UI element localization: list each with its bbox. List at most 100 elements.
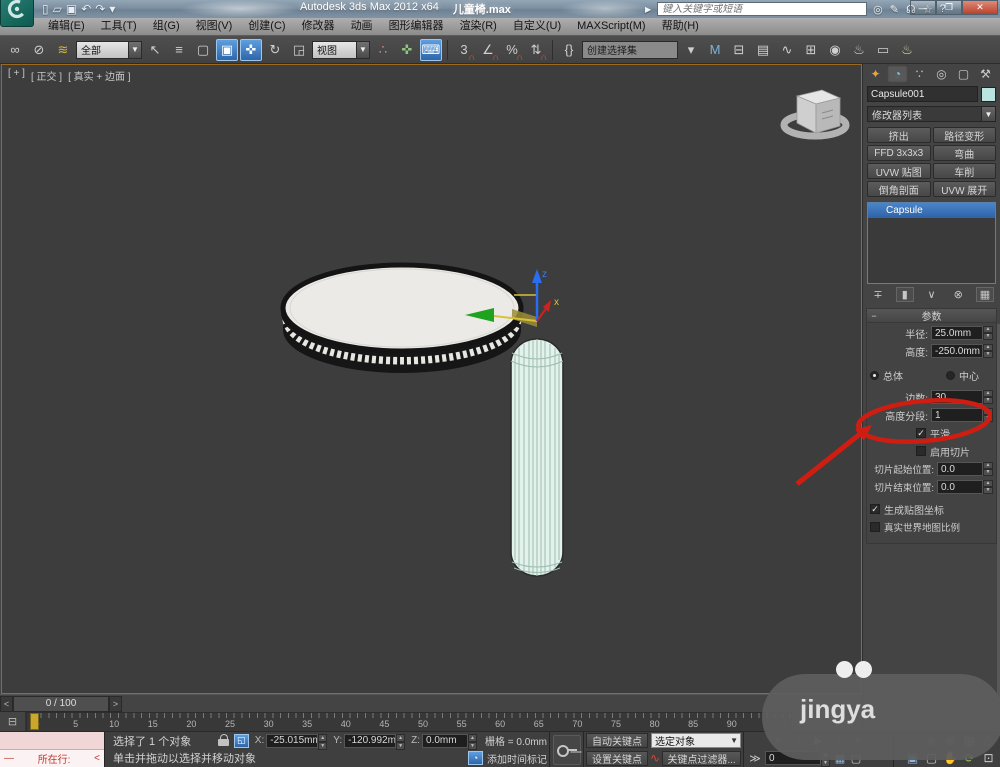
viewport-menu-plus[interactable]: [ + ] xyxy=(8,68,25,83)
open-file-icon[interactable]: ▱ xyxy=(53,2,62,16)
maximize-viewport-icon[interactable]: ⊡ xyxy=(979,750,998,766)
menu-item[interactable]: 修改器 xyxy=(294,18,343,35)
search-icon[interactable]: ◎ xyxy=(873,3,883,16)
tab-display[interactable]: ▢ xyxy=(953,65,974,83)
key-filters-button[interactable]: 关键点过滤器... xyxy=(662,750,741,766)
spinner-snap-icon[interactable]: ⇅ ∩ xyxy=(525,39,547,62)
zoom-region-icon[interactable]: ▢ xyxy=(922,750,941,766)
make-unique-icon[interactable]: ∨ xyxy=(923,287,941,302)
select-and-link-icon[interactable]: ∞ xyxy=(4,39,26,61)
sides-spinner[interactable]: 30 ▲ ▼ xyxy=(931,390,993,404)
current-frame-spinner[interactable]: 0 ▲ ▼ xyxy=(765,751,830,767)
tab-create[interactable]: ✦ xyxy=(865,65,886,83)
application-menu-button[interactable] xyxy=(0,0,34,27)
add-time-tag[interactable]: 添加时间标记 xyxy=(487,751,547,766)
tab-utilities[interactable]: ⚒ xyxy=(975,65,996,83)
listener-macro-line[interactable] xyxy=(0,732,104,750)
search-input[interactable] xyxy=(657,2,868,16)
select-and-scale-icon[interactable]: ◲ xyxy=(288,39,310,61)
key-mode-icon[interactable]: ▦ xyxy=(832,752,848,765)
time-slider-handle[interactable] xyxy=(30,713,39,730)
pen-icon[interactable]: ✎ xyxy=(890,3,899,16)
x-coordinate-spinner[interactable]: -25.015mm ▲ ▼ xyxy=(266,733,328,750)
bind-to-space-warp-icon[interactable]: ≋ xyxy=(52,39,74,61)
auto-key-button[interactable]: 自动关键点 xyxy=(586,733,648,749)
new-file-icon[interactable]: ▯ xyxy=(42,2,49,16)
modifier-button[interactable]: 倒角剖面 xyxy=(867,181,931,197)
object-color-swatch[interactable] xyxy=(981,86,996,102)
enable-slice-checkbox[interactable] xyxy=(916,446,926,456)
reference-coordinate-dropdown[interactable]: 视图 ▼ xyxy=(312,40,370,59)
timeline-ruler[interactable]: 051015202530354045505560657075808590 xyxy=(26,712,792,731)
use-pivot-center-icon[interactable]: ∴ xyxy=(372,39,394,61)
set-key-button[interactable]: 设置关键点 xyxy=(586,750,648,766)
tab-motion[interactable]: ◎ xyxy=(931,65,952,83)
close-button[interactable]: ✕ xyxy=(962,0,998,15)
remove-modifier-icon[interactable]: ⊗ xyxy=(949,287,967,302)
radius-spinner[interactable]: 25.0mm ▲ ▼ xyxy=(931,326,993,340)
next-frame-button[interactable]: > xyxy=(109,695,122,712)
named-selection-field[interactable]: 创建选择集 xyxy=(582,40,678,59)
modifier-list-dropdown[interactable]: 修改器列表 ▼ xyxy=(867,106,996,122)
modifier-button[interactable]: 车削 xyxy=(932,163,996,179)
schematic-view-icon[interactable]: ⊞ xyxy=(800,39,822,61)
layer-manager-icon[interactable]: ▤ xyxy=(752,39,774,61)
selection-region-icon[interactable]: ▢ xyxy=(192,39,214,61)
zoom-extents-icon[interactable]: ▣ xyxy=(903,750,922,766)
modifier-button[interactable]: FFD 3x3x3 xyxy=(867,145,931,161)
slice-from-spinner[interactable]: 0.0 ▲ ▼ xyxy=(937,462,993,476)
selection-lock-icon[interactable] xyxy=(217,734,230,747)
render-production-icon[interactable]: ♨ xyxy=(896,39,918,61)
menu-item[interactable]: 工具(T) xyxy=(93,18,145,35)
menu-item[interactable]: 创建(C) xyxy=(240,18,293,35)
modifier-stack[interactable]: Capsule xyxy=(867,202,996,284)
menu-item[interactable]: 视图(V) xyxy=(188,18,241,35)
percent-snap-icon[interactable]: % ∩ xyxy=(501,39,523,62)
select-and-move-icon[interactable]: ✜ xyxy=(240,38,262,61)
angle-snap-icon[interactable]: ∠ ∩ xyxy=(477,39,499,62)
menu-item[interactable]: 组(G) xyxy=(145,18,188,35)
key-step-icon[interactable]: ≫ xyxy=(747,752,763,765)
unlink-selection-icon[interactable]: ⊘ xyxy=(28,39,50,61)
menu-item[interactable]: 图形编辑器 xyxy=(381,18,452,35)
modifier-button[interactable]: 路径变形 xyxy=(932,127,996,143)
select-by-name-icon[interactable]: ≡ xyxy=(168,39,190,61)
window-crossing-icon[interactable]: ▣ xyxy=(216,38,238,61)
play-icon[interactable]: ▶ xyxy=(811,734,827,747)
undo-icon[interactable]: ↶ xyxy=(81,2,91,16)
previous-frame-icon[interactable]: ‹ xyxy=(791,735,807,747)
select-and-manipulate-icon[interactable]: ✜ xyxy=(396,39,418,61)
pan-icon[interactable]: ✋ xyxy=(941,750,960,766)
rendered-frame-icon[interactable]: ▭ xyxy=(872,39,894,61)
edit-named-selections-icon[interactable]: {} xyxy=(558,39,580,61)
go-to-start-icon[interactable]: « xyxy=(771,735,787,747)
perspective-viewport[interactable]: [ + ] [ 正交 ] [ 真实 + 边面 ] z x xyxy=(1,64,862,694)
maximize-button[interactable]: ❐ xyxy=(936,0,962,15)
viewport-shading-label[interactable]: [ 真实 + 边面 ] xyxy=(68,68,131,83)
centers-radio[interactable] xyxy=(946,370,955,380)
y-coordinate-spinner[interactable]: -120.992m ▲ ▼ xyxy=(344,733,406,750)
menu-item[interactable]: 动画 xyxy=(343,18,381,35)
go-to-end-icon[interactable]: » xyxy=(851,735,867,747)
object-name-field[interactable]: Capsule001 xyxy=(867,86,978,102)
absolute-mode-icon[interactable]: ◱ xyxy=(233,733,249,748)
time-tag-icon[interactable]: ◔ xyxy=(468,751,483,766)
rollout-header[interactable]: − 参数 xyxy=(867,309,996,323)
modifier-button[interactable]: UVW 展开 xyxy=(932,181,996,197)
render-setup-icon[interactable]: ♨ xyxy=(848,39,870,61)
menu-item[interactable]: MAXScript(M) xyxy=(569,18,653,35)
open-mini-curve-editor-icon[interactable]: ⊟ xyxy=(0,712,26,731)
gen-mapping-checkbox[interactable]: ✓ xyxy=(870,504,880,514)
fov-icon[interactable]: ◇ xyxy=(979,733,998,749)
real-world-checkbox[interactable] xyxy=(870,522,880,532)
next-frame-icon[interactable]: › xyxy=(831,735,847,747)
height-spinner[interactable]: -250.0mm ▲ ▼ xyxy=(931,344,993,358)
menu-item[interactable]: 渲染(R) xyxy=(452,18,505,35)
time-slider-display[interactable]: 0 / 100 xyxy=(13,695,109,712)
listener-script-line[interactable]: — 所在行: < xyxy=(0,749,104,767)
save-file-icon[interactable]: ▣ xyxy=(66,2,77,16)
select-and-rotate-icon[interactable]: ↻ xyxy=(264,39,286,61)
previous-frame-button[interactable]: < xyxy=(0,695,13,712)
orbit-icon[interactable]: ⟳ xyxy=(960,750,979,766)
material-editor-icon[interactable]: ◉ xyxy=(824,39,846,61)
